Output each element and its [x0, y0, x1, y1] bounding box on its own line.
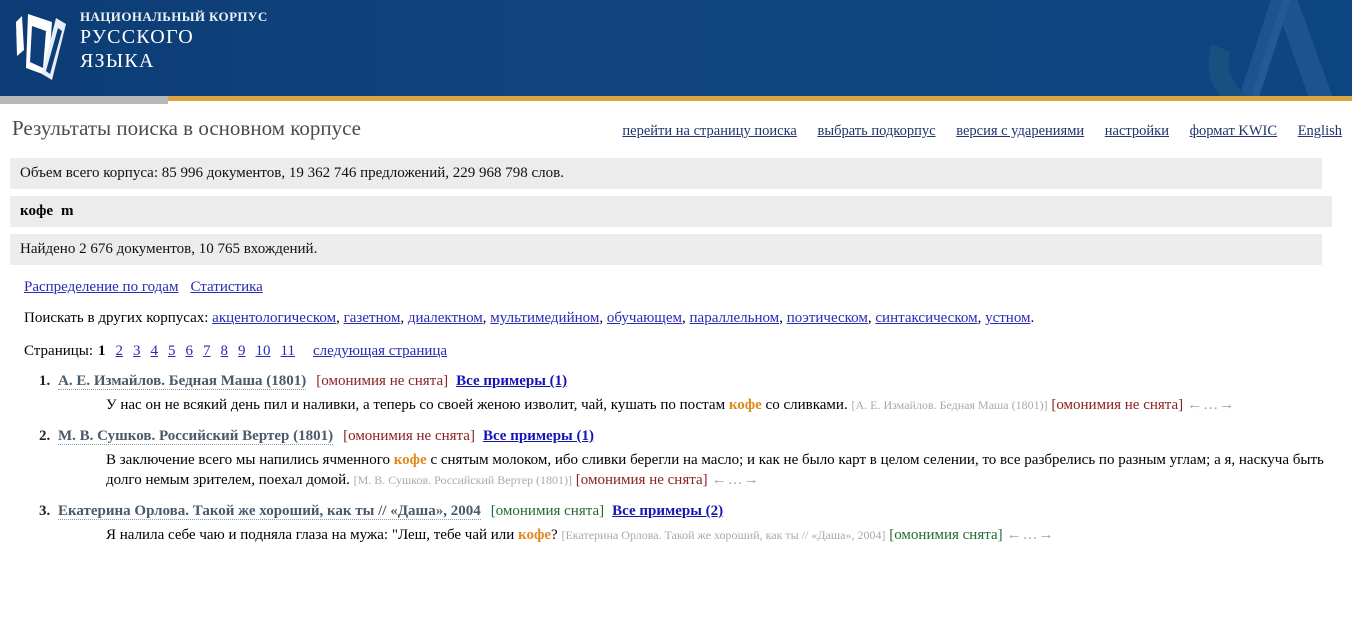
link-go-to-search-page[interactable]: перейти на страницу поиска	[622, 123, 796, 139]
link-corpus-newspaper[interactable]: газетном	[344, 310, 401, 326]
pagination-page-4[interactable]: 4	[151, 343, 159, 359]
site-logo-text: Национальный корпус Русского языка	[80, 9, 268, 73]
snippet-homonymy-tag: [омонимия не снята]	[575, 472, 708, 488]
top-navigation-links: перейти на страницу поиска выбрать подко…	[622, 123, 1342, 140]
header-divider-gray	[0, 96, 168, 104]
header-divider	[0, 96, 1352, 104]
result-document-title[interactable]: М. В. Сушков. Российский Вертер (1801)	[58, 428, 334, 445]
result-snippet: В заключение всего мы напились ячменного…	[106, 450, 1342, 490]
pagination-page-9[interactable]: 9	[238, 343, 246, 359]
search-result-item: М. В. Сушков. Российский Вертер (1801) [о…	[54, 425, 1342, 490]
snippet-source: [А. Е. Измайлов. Бедная Маша (1801)]	[851, 398, 1048, 412]
snippet-context-arrows[interactable]: ←…→	[1007, 527, 1055, 543]
link-corpus-poetic[interactable]: поэтическом	[787, 310, 868, 326]
link-corpus-parallel[interactable]: параллельном	[690, 310, 780, 326]
query-gram-tag: m	[60, 203, 74, 219]
snippet-context-arrows[interactable]: ←…→	[1187, 397, 1235, 413]
logo-line-3: языка	[80, 50, 155, 72]
snippet-keyword: кофе	[393, 452, 427, 468]
link-corpus-accentological[interactable]: акцентологическом	[212, 310, 336, 326]
result-all-examples-link[interactable]: Все примеры (1)	[456, 373, 567, 389]
snippet-context-arrows[interactable]: ←…→	[712, 472, 760, 488]
pagination-current-page: 1	[98, 343, 106, 359]
pagination-page-10[interactable]: 10	[256, 343, 271, 359]
snippet-keyword: кофе	[728, 397, 762, 413]
snippet-source: [М. В. Сушков. Российский Вертер (1801)]	[353, 473, 573, 487]
link-corpus-syntactic[interactable]: синтаксическом	[875, 310, 977, 326]
query-bar: кофе m	[10, 196, 1332, 227]
corpus-volume-bar: Объем всего корпуса: 85 996 документов, …	[10, 158, 1322, 189]
result-all-examples-link[interactable]: Все примеры (2)	[612, 503, 723, 519]
search-results-list: А. Е. Измайлов. Бедная Маша (1801) [омони…	[10, 370, 1342, 545]
result-snippet: У нас он не всякий день пил и наливки, а…	[106, 395, 1342, 415]
pagination: Страницы: 1 2 3 4 5 6 7 8 9 10 11 следующая страница	[24, 343, 1342, 360]
snippet-homonymy-tag: [омонимия снята]	[889, 527, 1003, 543]
header-divider-gold	[168, 96, 1352, 101]
pagination-page-3[interactable]: 3	[133, 343, 141, 359]
result-header: М. В. Сушков. Российский Вертер (1801) [о…	[58, 425, 1342, 447]
snippet-source: [Екатерина Орлова. Такой же хороший, как…	[561, 528, 886, 542]
result-homonymy-tag: [омонимия не снята]	[316, 373, 449, 389]
snippet-text-after: со сливками.	[761, 397, 848, 413]
pagination-page-5[interactable]: 5	[168, 343, 176, 359]
result-header: А. Е. Измайлов. Бедная Маша (1801) [омони…	[58, 370, 1342, 392]
result-snippet: Я налила себе чаю и подняла глаза на муж…	[106, 525, 1342, 545]
result-homonymy-tag: [омонимия не снята]	[343, 428, 475, 444]
result-all-examples-link[interactable]: Все примеры (1)	[483, 428, 594, 444]
snippet-text-before: Я налила себе чаю и подняла глаза на муж…	[106, 527, 519, 543]
pagination-page-7[interactable]: 7	[203, 343, 211, 359]
page-title: Результаты поиска в основном корпусе	[12, 116, 361, 140]
logo-line-2: Русского	[80, 26, 194, 48]
pagination-page-11[interactable]: 11	[281, 343, 295, 359]
result-header: Екатерина Орлова. Такой же хороший, как …	[58, 500, 1342, 522]
search-result-item: Екатерина Орлова. Такой же хороший, как …	[54, 500, 1342, 545]
link-settings[interactable]: настройки	[1105, 123, 1169, 139]
link-corpus-multimedia[interactable]: мультимедийном	[490, 310, 599, 326]
other-corpora-line: Поискать в других корпусах: акцентологич…	[24, 310, 1035, 326]
link-kwic-format[interactable]: формат KWIC	[1190, 123, 1277, 139]
main-content: Объем всего корпуса: 85 996 документов, …	[0, 158, 1352, 545]
snippet-text-after: ?	[551, 527, 558, 543]
link-statistics[interactable]: Статистика	[190, 279, 262, 295]
snippet-text-before: В заключение всего мы напились ячменного	[106, 452, 394, 468]
pagination-page-8[interactable]: 8	[221, 343, 229, 359]
pagination-label: Страницы:	[24, 343, 94, 359]
result-document-title[interactable]: Екатерина Орлова. Такой же хороший, как …	[58, 503, 481, 520]
letter-a-watermark	[1208, 0, 1333, 96]
other-corpora-prefix: Поискать в других корпусах:	[24, 310, 209, 326]
link-accented-version[interactable]: версия с ударениями	[956, 123, 1084, 139]
link-corpus-educational[interactable]: обучающем	[607, 310, 682, 326]
pagination-page-2[interactable]: 2	[116, 343, 124, 359]
snippet-homonymy-tag: [омонимия не снята]	[1051, 397, 1184, 413]
link-english[interactable]: English	[1298, 123, 1342, 139]
pagination-page-6[interactable]: 6	[186, 343, 194, 359]
snippet-text-before: У нас он не всякий день пил и наливки, а…	[106, 397, 729, 413]
site-header: Национальный корпус Русского языка	[0, 0, 1352, 96]
link-corpus-dialect[interactable]: диалектном	[408, 310, 483, 326]
result-document-title[interactable]: А. Е. Измайлов. Бедная Маша (1801)	[58, 373, 307, 390]
found-count-bar: Найдено 2 676 документов, 10 765 вхожден…	[10, 234, 1322, 265]
snippet-keyword: кофе	[518, 527, 552, 543]
result-homonymy-tag: [омонимия снята]	[490, 503, 605, 519]
link-distribution-by-years[interactable]: Распределение по годам	[24, 279, 178, 295]
open-book-logo	[16, 14, 66, 80]
statistics-links: Распределение по годам Статистика	[24, 279, 1342, 296]
link-choose-subcorpus[interactable]: выбрать подкорпус	[817, 123, 935, 139]
logo-line-1: Национальный корпус	[80, 9, 268, 24]
page-title-row: Результаты поиска в основном корпусе пер…	[0, 110, 1352, 158]
search-result-item: А. Е. Измайлов. Бедная Маша (1801) [омони…	[54, 370, 1342, 415]
query-word: кофе	[20, 203, 53, 219]
pagination-next-page[interactable]: следующая страница	[313, 343, 447, 359]
link-corpus-spoken[interactable]: устном	[985, 310, 1030, 326]
